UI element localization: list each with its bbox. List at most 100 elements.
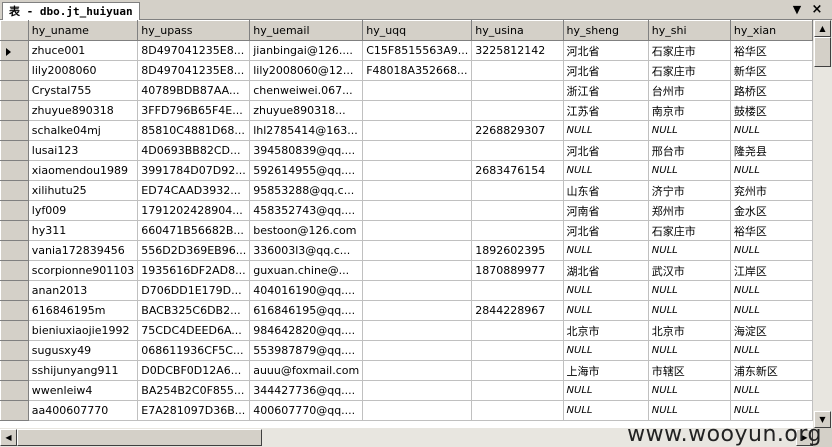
cell-hy-xian[interactable]: NULL [729, 380, 813, 401]
cell-hy-uqq[interactable] [362, 120, 473, 141]
cell-hy-sheng[interactable]: NULL [562, 160, 649, 181]
column-header-hy-uname[interactable]: hy_uname [27, 20, 139, 41]
cell-hy-usina[interactable]: 1892602395 [471, 240, 564, 261]
scroll-left-icon[interactable]: ◀ [0, 429, 17, 446]
cell-hy-upass[interactable]: 75CDC4DEED6A... [137, 320, 251, 341]
table-row[interactable]: scorpionne901103 1935616DF2AD8... guxuan.c… [0, 260, 813, 281]
table-row[interactable]: zhuce001 8D497041235E8... jianbingai@126..… [0, 40, 813, 61]
cell-hy-upass[interactable]: BA254B2C0F855... [137, 380, 251, 401]
cell-hy-uname[interactable]: schalke04mj [27, 120, 139, 141]
table-row[interactable]: 616846195m BACB325C6DB2... 616846195@qq...… [0, 300, 813, 321]
cell-hy-uemail[interactable]: 394580839@qq.... [249, 140, 364, 161]
cell-hy-uqq[interactable] [362, 280, 473, 301]
cell-hy-shi[interactable]: NULL [647, 120, 731, 141]
column-header-hy-sheng[interactable]: hy_sheng [562, 20, 649, 41]
vertical-scrollbar[interactable]: ▲ ▼ [813, 20, 832, 428]
cell-hy-uemail[interactable]: 592614955@qq.... [249, 160, 364, 181]
cell-hy-uqq[interactable] [362, 100, 473, 121]
column-header-hy-usina[interactable]: hy_usina [471, 20, 564, 41]
horizontal-scroll-thumb[interactable] [17, 429, 262, 446]
cell-hy-uname[interactable]: anan2013 [27, 280, 139, 301]
close-icon[interactable]: × [810, 3, 824, 17]
cell-hy-uname[interactable]: aa400607770 [27, 400, 139, 421]
cell-hy-uqq[interactable] [362, 380, 473, 401]
row-selector[interactable] [0, 300, 29, 321]
cell-hy-uqq[interactable] [362, 200, 473, 221]
cell-hy-uemail[interactable]: lhl2785414@163... [249, 120, 364, 141]
row-selector-header[interactable] [0, 20, 29, 41]
cell-hy-uqq[interactable] [362, 220, 473, 241]
cell-hy-shi[interactable]: 济宁市 [647, 180, 731, 201]
cell-hy-sheng[interactable]: 北京市 [562, 320, 649, 341]
table-row[interactable]: schalke04mj 85810C4881D68... lhl2785414@16… [0, 120, 813, 141]
cell-hy-upass[interactable]: 4D0693BB82CD... [137, 140, 251, 161]
cell-hy-upass[interactable]: ED74CAAD3932... [137, 180, 251, 201]
cell-hy-usina[interactable] [471, 100, 564, 121]
cell-hy-shi[interactable]: NULL [647, 160, 731, 181]
cell-hy-uemail[interactable]: 616846195@qq.... [249, 300, 364, 321]
cell-hy-sheng[interactable]: 河北省 [562, 140, 649, 161]
cell-hy-uqq[interactable] [362, 260, 473, 281]
cell-hy-uemail[interactable]: 344427736@qq.... [249, 380, 364, 401]
cell-hy-xian[interactable]: NULL [729, 400, 813, 421]
table-row[interactable]: Crystal755 40789BDB87AA... chenweiwei.067.… [0, 80, 813, 101]
cell-hy-xian[interactable]: 裕华区 [729, 40, 813, 61]
cell-hy-uemail[interactable]: 458352743@qq.... [249, 200, 364, 221]
cell-hy-usina[interactable] [471, 340, 564, 361]
cell-hy-sheng[interactable]: 湖北省 [562, 260, 649, 281]
cell-hy-sheng[interactable]: 河北省 [562, 60, 649, 81]
row-selector[interactable] [0, 360, 29, 381]
cell-hy-upass[interactable]: 40789BDB87AA... [137, 80, 251, 101]
cell-hy-usina[interactable] [471, 220, 564, 241]
vertical-scroll-thumb[interactable] [814, 37, 831, 67]
cell-hy-xian[interactable]: 裕华区 [729, 220, 813, 241]
row-selector[interactable] [0, 280, 29, 301]
cell-hy-sheng[interactable]: 河北省 [562, 40, 649, 61]
cell-hy-xian[interactable]: NULL [729, 340, 813, 361]
cell-hy-shi[interactable]: NULL [647, 240, 731, 261]
cell-hy-xian[interactable]: 江岸区 [729, 260, 813, 281]
cell-hy-xian[interactable]: 海淀区 [729, 320, 813, 341]
cell-hy-upass[interactable]: 1791202428904... [137, 200, 251, 221]
cell-hy-usina[interactable] [471, 280, 564, 301]
cell-hy-upass[interactable]: 85810C4881D68... [137, 120, 251, 141]
cell-hy-uname[interactable]: lyf009 [27, 200, 139, 221]
row-selector[interactable] [0, 340, 29, 361]
table-row[interactable]: zhuyue890318 3FFD796B65F4E... zhuyue890318… [0, 100, 813, 121]
column-header-hy-uemail[interactable]: hy_uemail [249, 20, 364, 41]
cell-hy-shi[interactable]: 南京市 [647, 100, 731, 121]
cell-hy-shi[interactable]: 石家庄市 [647, 60, 731, 81]
cell-hy-xian[interactable]: NULL [729, 280, 813, 301]
cell-hy-uqq[interactable]: F48018A352668... [362, 60, 473, 81]
cell-hy-uname[interactable]: bieniuxiaojie1992 [27, 320, 139, 341]
cell-hy-usina[interactable] [471, 200, 564, 221]
cell-hy-shi[interactable]: 台州市 [647, 80, 731, 101]
cell-hy-xian[interactable]: 新华区 [729, 60, 813, 81]
cell-hy-usina[interactable] [471, 380, 564, 401]
cell-hy-uemail[interactable]: 984642820@qq.... [249, 320, 364, 341]
cell-hy-uemail[interactable]: zhuyue890318... [249, 100, 364, 121]
cell-hy-shi[interactable]: 市辖区 [647, 360, 731, 381]
cell-hy-uemail[interactable]: 404016190@qq.... [249, 280, 364, 301]
row-selector[interactable] [0, 200, 29, 221]
table-row[interactable]: hy311 660471B56682B... bestoon@126.com 河北省石… [0, 220, 813, 241]
row-selector[interactable] [0, 120, 29, 141]
row-selector[interactable] [0, 380, 29, 401]
cell-hy-sheng[interactable]: 江苏省 [562, 100, 649, 121]
cell-hy-shi[interactable]: NULL [647, 340, 731, 361]
cell-hy-sheng[interactable]: NULL [562, 120, 649, 141]
cell-hy-uname[interactable]: wwenleiw4 [27, 380, 139, 401]
row-selector[interactable] [0, 180, 29, 201]
cell-hy-upass[interactable]: 3991784D07D92... [137, 160, 251, 181]
cell-hy-usina[interactable] [471, 320, 564, 341]
row-selector[interactable] [0, 240, 29, 261]
cell-hy-upass[interactable]: 660471B56682B... [137, 220, 251, 241]
cell-hy-uqq[interactable] [362, 80, 473, 101]
cell-hy-uname[interactable]: scorpionne901103 [27, 260, 139, 281]
table-row[interactable]: lusai123 4D0693BB82CD... 394580839@qq.... 河… [0, 140, 813, 161]
table-row[interactable]: aa400607770 E7A281097D36B... 400607770@qq.… [0, 400, 813, 421]
cell-hy-uqq[interactable] [362, 340, 473, 361]
cell-hy-uname[interactable]: sugusxy49 [27, 340, 139, 361]
cell-hy-sheng[interactable]: NULL [562, 340, 649, 361]
cell-hy-xian[interactable]: 鼓楼区 [729, 100, 813, 121]
